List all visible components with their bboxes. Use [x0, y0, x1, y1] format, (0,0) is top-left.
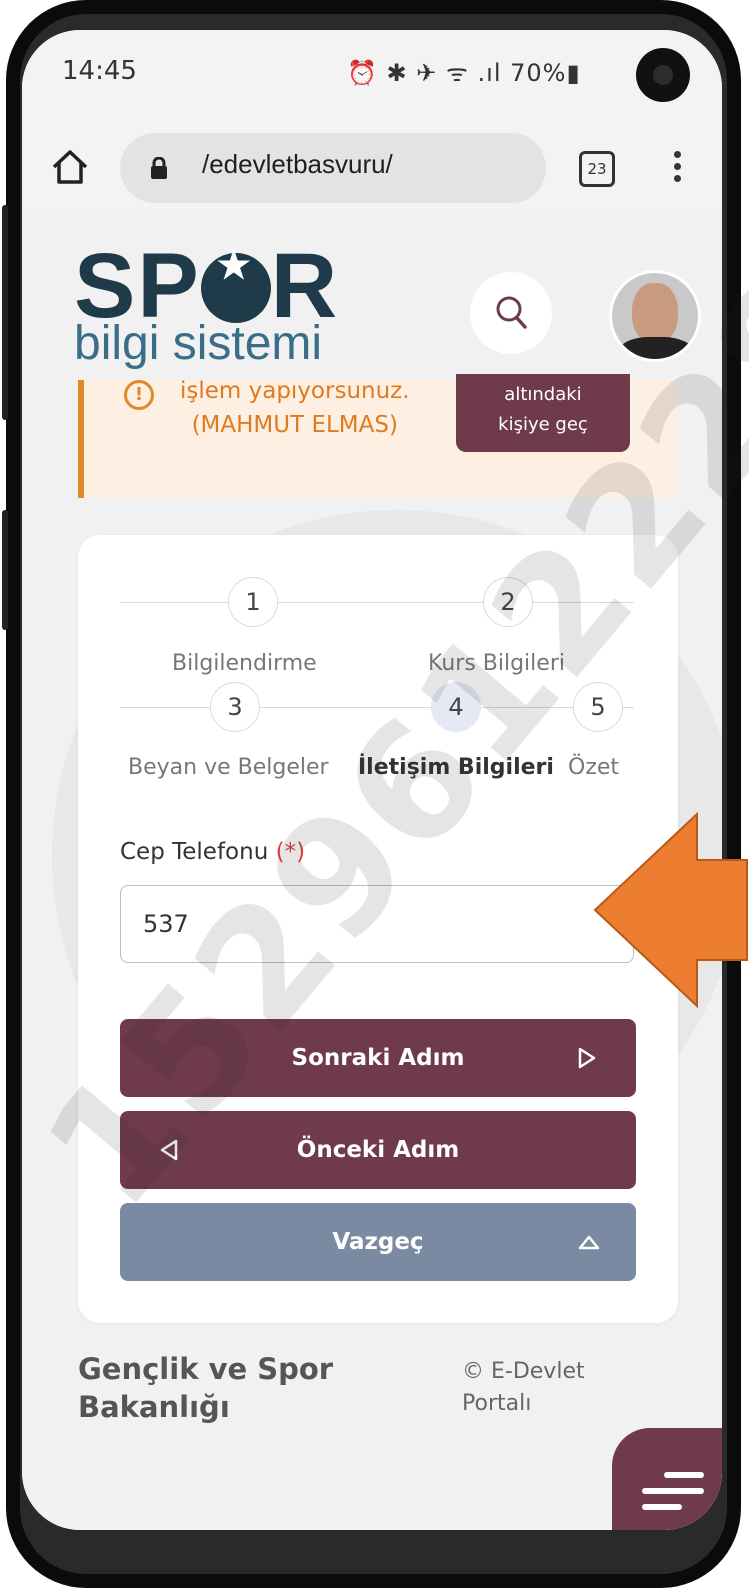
- avatar[interactable]: [609, 270, 701, 362]
- cancel-label: Vazgeç: [332, 1229, 424, 1255]
- step-1-circle[interactable]: 1: [228, 577, 278, 627]
- switch-user-line1: altındaki: [504, 384, 582, 405]
- menu-icon-bar: [664, 1472, 704, 1478]
- menu-icon-bar: [642, 1504, 682, 1510]
- previous-step-button[interactable]: Önceki Adım: [120, 1111, 636, 1189]
- home-icon[interactable]: [50, 147, 90, 187]
- next-step-button[interactable]: Sonraki Adım: [120, 1019, 636, 1097]
- step-4-circle[interactable]: 4: [431, 682, 481, 732]
- logo-star-icon: [200, 247, 271, 323]
- mobile-phone-input[interactable]: 537: [120, 885, 634, 963]
- avatar-shirt: [618, 337, 694, 359]
- status-indicators: ⏰ ✱ ✈ ᯤ .ıl 70%▮: [347, 59, 581, 87]
- menu-icon-bar: [642, 1488, 704, 1494]
- step-5-label[interactable]: Özet: [568, 755, 619, 780]
- browser-address-bar: /edevletbasvuru/ 23: [22, 125, 722, 211]
- step-2-circle[interactable]: 2: [483, 577, 533, 627]
- account-warning-banner: ! işlem yapıyorsunuz. (MAHMUT ELMAS) alt…: [78, 374, 678, 498]
- search-button[interactable]: [470, 272, 552, 354]
- annotation-arrow-icon: [593, 812, 748, 1008]
- previous-step-label: Önceki Adım: [296, 1137, 460, 1163]
- banner-message: işlem yapıyorsunuz. (MAHMUT ELMAS): [180, 374, 410, 442]
- step-1-label[interactable]: Bilgilendirme: [172, 651, 317, 676]
- phone-label-text: Cep Telefonu: [120, 839, 269, 865]
- status-bar: 14:45 ⏰ ✱ ✈ ᯤ .ıl 70%▮: [22, 30, 722, 125]
- switch-user-line2: kişiye geç: [498, 414, 588, 435]
- step-3-circle[interactable]: 3: [210, 682, 260, 732]
- switch-user-button[interactable]: altındaki kişiye geç: [456, 374, 630, 452]
- tab-count-button[interactable]: 23: [579, 151, 615, 187]
- side-button-lower: [2, 510, 8, 630]
- portal-line1: © E-Devlet: [462, 1359, 585, 1384]
- banner-message-line1: işlem yapıyorsunuz.: [180, 378, 410, 404]
- ministry-name: Gençlik ve Spor Bakanlığı: [78, 1350, 333, 1426]
- step-2-label[interactable]: Kurs Bilgileri: [428, 651, 565, 676]
- step-4-label[interactable]: İletişim Bilgileri: [358, 755, 554, 780]
- portal-line2: Portalı: [462, 1391, 532, 1416]
- next-step-label: Sonraki Adım: [291, 1045, 465, 1071]
- step-3-label[interactable]: Beyan ve Belgeler: [128, 755, 329, 780]
- application-form-card: 1 2 Bilgilendirme Kurs Bilgileri 3 4 5 B…: [78, 535, 678, 1323]
- lock-icon: [151, 157, 167, 179]
- stepper-line: [120, 707, 634, 708]
- status-time: 14:45: [62, 56, 137, 86]
- browser-menu-icon[interactable]: [674, 151, 682, 187]
- cancel-button[interactable]: Vazgeç: [120, 1203, 636, 1281]
- front-camera: [636, 48, 690, 102]
- phone-screen: 14:45 ⏰ ✱ ✈ ᯤ .ıl 70%▮ /edevletbasvuru/ …: [22, 30, 722, 1530]
- url-text[interactable]: /edevletbasvuru/: [202, 149, 393, 180]
- required-mark: (*): [275, 839, 306, 865]
- side-button-upper: [2, 205, 8, 420]
- avatar-face: [632, 283, 678, 343]
- step-5-circle[interactable]: 5: [573, 682, 623, 732]
- banner-message-line2: (MAHMUT ELMAS): [191, 412, 398, 438]
- portal-credit: © E-Devlet Portalı: [462, 1356, 585, 1420]
- triangle-up-icon: [578, 1203, 600, 1312]
- menu-button[interactable]: [612, 1428, 722, 1530]
- stepper-line: [120, 602, 634, 603]
- info-icon: !: [124, 380, 154, 410]
- ministry-line2: Bakanlığı: [78, 1390, 230, 1424]
- search-icon: [496, 296, 527, 329]
- ministry-line1: Gençlik ve Spor: [78, 1352, 334, 1386]
- logo-subtitle: bilgi sistemi: [74, 317, 323, 370]
- phone-field-label: Cep Telefonu (*): [120, 839, 305, 865]
